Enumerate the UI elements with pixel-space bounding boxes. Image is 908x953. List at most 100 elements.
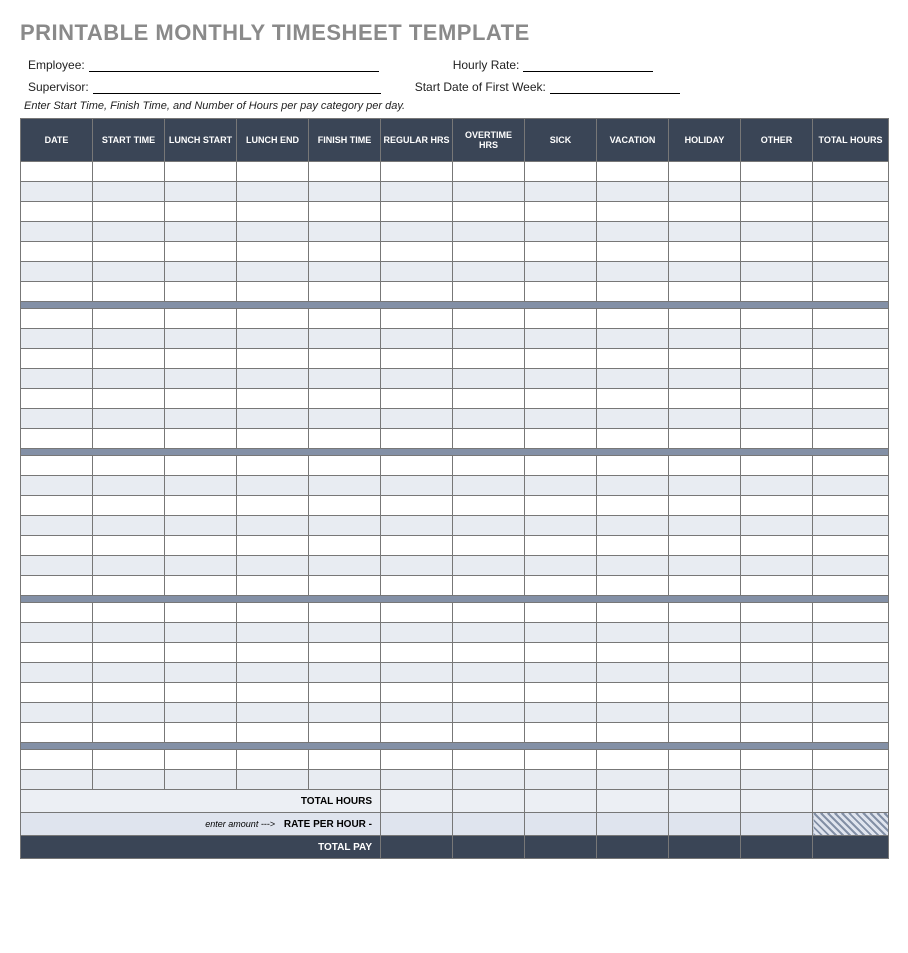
cell[interactable] [165, 349, 237, 369]
cell[interactable] [741, 496, 813, 516]
cell[interactable] [813, 389, 889, 409]
cell[interactable] [21, 182, 93, 202]
cell[interactable] [21, 262, 93, 282]
cell[interactable] [813, 603, 889, 623]
cell[interactable] [309, 309, 381, 329]
cell[interactable] [813, 703, 889, 723]
summary-cell[interactable] [669, 790, 741, 813]
cell[interactable] [381, 536, 453, 556]
cell[interactable] [381, 496, 453, 516]
cell[interactable] [381, 723, 453, 743]
cell[interactable] [453, 409, 525, 429]
cell[interactable] [93, 576, 165, 596]
cell[interactable] [165, 389, 237, 409]
cell[interactable] [525, 496, 597, 516]
cell[interactable] [237, 262, 309, 282]
cell[interactable] [93, 349, 165, 369]
cell[interactable] [93, 703, 165, 723]
cell[interactable] [237, 309, 309, 329]
cell[interactable] [165, 182, 237, 202]
cell[interactable] [237, 456, 309, 476]
cell[interactable] [165, 242, 237, 262]
cell[interactable] [525, 603, 597, 623]
cell[interactable] [741, 309, 813, 329]
cell[interactable] [597, 309, 669, 329]
summary-cell[interactable] [525, 836, 597, 859]
cell[interactable] [669, 182, 741, 202]
cell[interactable] [21, 202, 93, 222]
cell[interactable] [453, 349, 525, 369]
summary-cell[interactable] [453, 790, 525, 813]
cell[interactable] [453, 456, 525, 476]
summary-cell[interactable] [381, 813, 453, 836]
cell[interactable] [453, 182, 525, 202]
cell[interactable] [165, 750, 237, 770]
cell[interactable] [525, 329, 597, 349]
cell[interactable] [21, 456, 93, 476]
cell[interactable] [741, 202, 813, 222]
cell[interactable] [669, 576, 741, 596]
cell[interactable] [237, 623, 309, 643]
cell[interactable] [165, 643, 237, 663]
cell[interactable] [525, 723, 597, 743]
cell[interactable] [453, 556, 525, 576]
summary-cell[interactable] [453, 836, 525, 859]
cell[interactable] [453, 309, 525, 329]
cell[interactable] [21, 409, 93, 429]
summary-cell[interactable] [381, 836, 453, 859]
cell[interactable] [741, 750, 813, 770]
cell[interactable] [165, 576, 237, 596]
cell[interactable] [381, 409, 453, 429]
summary-cell[interactable] [525, 790, 597, 813]
cell[interactable] [741, 643, 813, 663]
cell[interactable] [597, 576, 669, 596]
cell[interactable] [21, 222, 93, 242]
cell[interactable] [597, 202, 669, 222]
cell[interactable] [813, 683, 889, 703]
cell[interactable] [453, 750, 525, 770]
cell[interactable] [813, 409, 889, 429]
cell[interactable] [381, 429, 453, 449]
cell[interactable] [741, 222, 813, 242]
cell[interactable] [21, 643, 93, 663]
cell[interactable] [93, 770, 165, 790]
cell[interactable] [165, 409, 237, 429]
cell[interactable] [597, 750, 669, 770]
cell[interactable] [21, 703, 93, 723]
cell[interactable] [21, 663, 93, 683]
cell[interactable] [309, 536, 381, 556]
cell[interactable] [93, 496, 165, 516]
cell[interactable] [93, 222, 165, 242]
cell[interactable] [381, 516, 453, 536]
cell[interactable] [597, 242, 669, 262]
cell[interactable] [669, 262, 741, 282]
cell[interactable] [597, 703, 669, 723]
cell[interactable] [813, 429, 889, 449]
cell[interactable] [525, 389, 597, 409]
cell[interactable] [93, 723, 165, 743]
cell[interactable] [21, 309, 93, 329]
cell[interactable] [381, 603, 453, 623]
cell[interactable] [453, 476, 525, 496]
cell[interactable] [309, 476, 381, 496]
cell[interactable] [813, 162, 889, 182]
cell[interactable] [597, 182, 669, 202]
cell[interactable] [381, 770, 453, 790]
cell[interactable] [813, 369, 889, 389]
cell[interactable] [165, 770, 237, 790]
cell[interactable] [21, 242, 93, 262]
cell[interactable] [525, 643, 597, 663]
cell[interactable] [93, 282, 165, 302]
cell[interactable] [93, 429, 165, 449]
cell[interactable] [669, 496, 741, 516]
cell[interactable] [525, 369, 597, 389]
cell[interactable] [165, 476, 237, 496]
cell[interactable] [525, 623, 597, 643]
cell[interactable] [453, 329, 525, 349]
cell[interactable] [669, 663, 741, 683]
cell[interactable] [309, 603, 381, 623]
cell[interactable] [453, 536, 525, 556]
cell[interactable] [165, 369, 237, 389]
cell[interactable] [453, 683, 525, 703]
cell[interactable] [669, 162, 741, 182]
